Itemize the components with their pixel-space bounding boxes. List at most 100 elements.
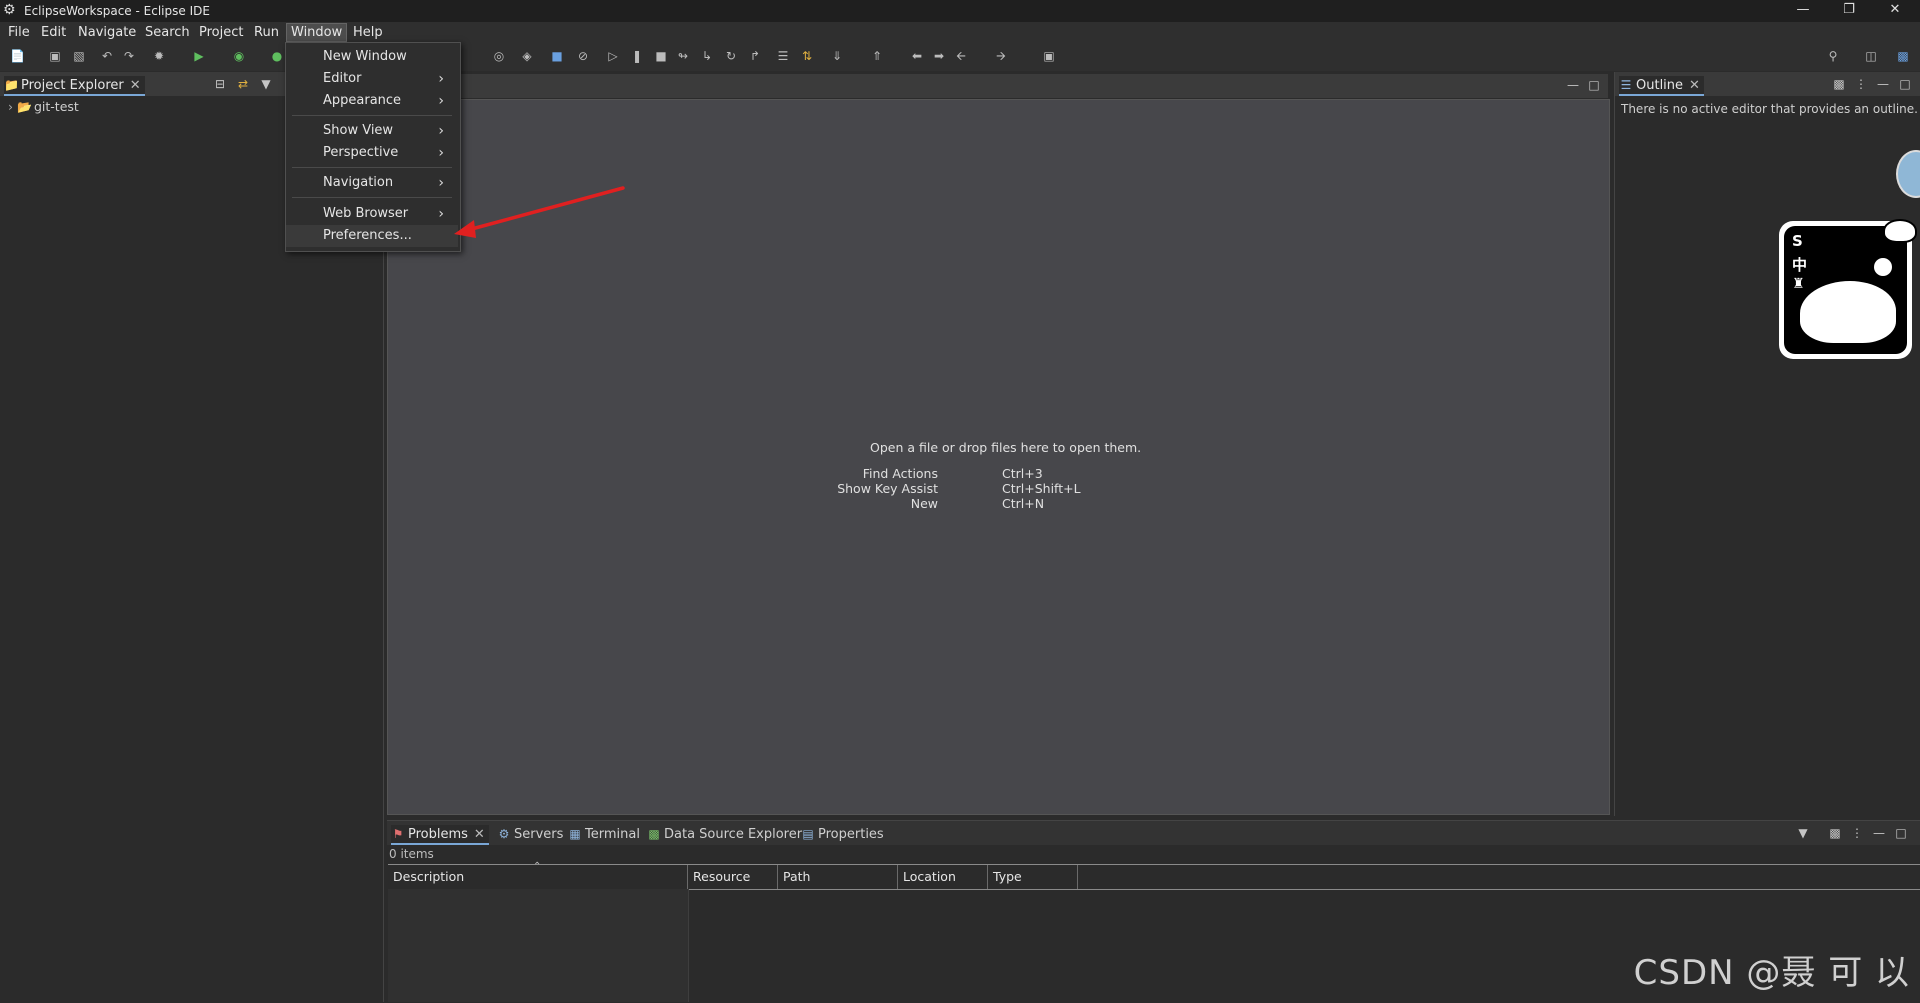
menu-separator	[292, 167, 452, 168]
tab-servers[interactable]: ⚙ Servers	[497, 825, 564, 843]
chevron-right-icon[interactable]: ›	[8, 99, 13, 114]
sort-up-icon: ⌃	[533, 861, 542, 872]
suspend-icon[interactable]: ❚	[630, 50, 644, 63]
column-location[interactable]: Location	[898, 865, 988, 889]
menu-item-show-view[interactable]: Show View ›	[286, 120, 458, 142]
menu-file[interactable]: File	[4, 24, 34, 41]
link-editor-icon[interactable]: ⇄	[237, 78, 249, 90]
minimize-button[interactable]: —	[1780, 0, 1826, 22]
menu-navigate[interactable]: Navigate	[74, 24, 140, 41]
menu-run[interactable]: Run	[250, 24, 283, 41]
filter-icon[interactable]: ▼	[260, 78, 272, 90]
watermark: CSDN @聂 可 以	[1633, 953, 1910, 993]
menu-search[interactable]: Search	[141, 24, 194, 41]
data-source-icon: ▩	[648, 827, 660, 841]
new-icon[interactable]: 📄	[10, 50, 25, 63]
tab-problems[interactable]: ⚑ Problems ✕	[391, 825, 489, 845]
skip-breakpoints-icon[interactable]: ⊘	[576, 50, 590, 63]
menu-edit[interactable]: Edit	[37, 24, 70, 41]
menu-project[interactable]: Project	[195, 24, 247, 41]
undo-icon[interactable]: ↶	[100, 50, 114, 63]
step-return-icon[interactable]: ↱	[748, 50, 762, 63]
tab-outline[interactable]: ☰ Outline ✕	[1619, 76, 1704, 96]
save-icon[interactable]: ▣	[48, 50, 62, 63]
restore-button[interactable]: ❐	[1826, 0, 1872, 22]
column-type[interactable]: Type	[988, 865, 1078, 889]
tab-data-source-explorer[interactable]: ▩ Data Source Explorer	[647, 825, 802, 843]
mascot-icon	[1800, 281, 1896, 343]
view-menu-icon[interactable]: ⋮	[1851, 827, 1863, 839]
collapse-all-icon[interactable]: ⊟	[214, 78, 226, 90]
menu-item-new-window[interactable]: New Window	[286, 46, 458, 68]
column-path[interactable]: Path	[778, 865, 898, 889]
redo-icon[interactable]: ↷	[122, 50, 136, 63]
new-server-icon[interactable]: ◈	[520, 50, 534, 63]
menu-item-label: Preferences...	[323, 228, 412, 243]
tab-terminal[interactable]: ▦ Terminal	[568, 825, 640, 843]
shortcut-keys: Ctrl+N	[1002, 496, 1045, 511]
minimize-view-icon[interactable]: —	[1873, 827, 1885, 839]
web-icon[interactable]: ◎	[492, 50, 506, 63]
menu-item-editor[interactable]: Editor ›	[286, 68, 458, 90]
bottom-tabbar: ⚑ Problems ✕ ⚙ Servers ▦ Terminal ▩ Data Sour…	[387, 821, 1920, 845]
description-column-body	[388, 889, 689, 1002]
next-annotation-icon[interactable]: ⇓	[830, 50, 844, 63]
step-over-icon[interactable]: ↻	[724, 50, 738, 63]
annotation-arrow	[454, 186, 625, 238]
maximize-editor-icon[interactable]: □	[1588, 79, 1600, 91]
menu-item-appearance[interactable]: Appearance ›	[286, 90, 458, 112]
resume-icon[interactable]: ▷	[606, 50, 620, 63]
menu-help[interactable]: Help	[349, 24, 387, 41]
search-icon[interactable]: ⚲	[1826, 50, 1840, 63]
widget-char: 中	[1792, 256, 1808, 274]
run-config-icon[interactable]: ◉	[232, 50, 246, 63]
menu-item-web-browser[interactable]: Web Browser ›	[286, 203, 458, 225]
column-resource[interactable]: Resource	[688, 865, 778, 889]
menu-item-navigation[interactable]: Navigation ›	[286, 172, 458, 194]
maximize-view-icon[interactable]: □	[1895, 827, 1907, 839]
save-all-icon[interactable]: ▧	[72, 50, 86, 63]
step-into-icon[interactable]: ↳	[700, 50, 714, 63]
focus-icon[interactable]: ▩	[1833, 78, 1845, 90]
menu-item-label: Web Browser	[323, 206, 409, 221]
terminate-icon[interactable]: ■	[654, 50, 668, 63]
spoon-icon	[1874, 258, 1892, 276]
tree-item[interactable]: › 📂 git-test	[8, 99, 79, 114]
debug-icon[interactable]: ✹	[152, 50, 166, 63]
console-icon[interactable]: ■	[550, 50, 564, 63]
title-bar: ⚙ EclipseWorkspace - Eclipse IDE — ❐ ✕	[0, 0, 1920, 22]
menu-item-preferences[interactable]: Preferences...	[286, 225, 458, 247]
pin-editor-icon[interactable]: ▣	[1042, 50, 1056, 63]
menu-window[interactable]: Window	[286, 23, 348, 42]
tab-servers-label: Servers	[514, 827, 564, 842]
open-task-icon[interactable]: ☰	[776, 50, 790, 63]
minimize-view-icon[interactable]: —	[1877, 78, 1889, 90]
maximize-view-icon[interactable]: □	[1899, 78, 1911, 90]
perspective-icon[interactable]: ▩	[1896, 50, 1910, 63]
tab-project-explorer[interactable]: 📁 Project Explorer ✕	[4, 76, 145, 96]
close-icon[interactable]: ✕	[474, 827, 485, 842]
external-tools-icon[interactable]: ●	[270, 50, 284, 63]
disconnect-icon[interactable]: ↬	[676, 50, 690, 63]
forward-edit-icon[interactable]: ➡	[932, 50, 946, 63]
view-menu-icon[interactable]: ⋮	[1855, 78, 1867, 90]
focus-icon[interactable]: ▩	[1829, 827, 1841, 839]
prev-annotation-icon[interactable]: ⇑	[870, 50, 884, 63]
forward-icon[interactable]: 🡪	[994, 50, 1008, 63]
menu-item-perspective[interactable]: Perspective ›	[286, 142, 458, 164]
close-window-button[interactable]: ✕	[1872, 0, 1918, 22]
close-icon[interactable]: ✕	[130, 78, 141, 93]
filter-icon[interactable]: ▼	[1797, 827, 1809, 839]
menu-separator	[292, 115, 452, 116]
back-icon[interactable]: 🡨	[954, 50, 968, 63]
tab-properties[interactable]: ▤ Properties	[801, 825, 883, 843]
table-header: Description ⌃ Resource Path Location Typ…	[388, 861, 1920, 890]
annotation-icon[interactable]: ⇅	[800, 50, 814, 63]
minimize-editor-icon[interactable]: —	[1567, 79, 1579, 91]
close-icon[interactable]: ✕	[1689, 78, 1700, 93]
eclipse-logo-icon: ⚙	[3, 2, 16, 18]
open-perspective-icon[interactable]: ◫	[1864, 50, 1878, 63]
last-edit-icon[interactable]: ⬅	[910, 50, 924, 63]
menu-separator	[292, 197, 452, 198]
run-icon[interactable]: ▶	[192, 50, 206, 63]
